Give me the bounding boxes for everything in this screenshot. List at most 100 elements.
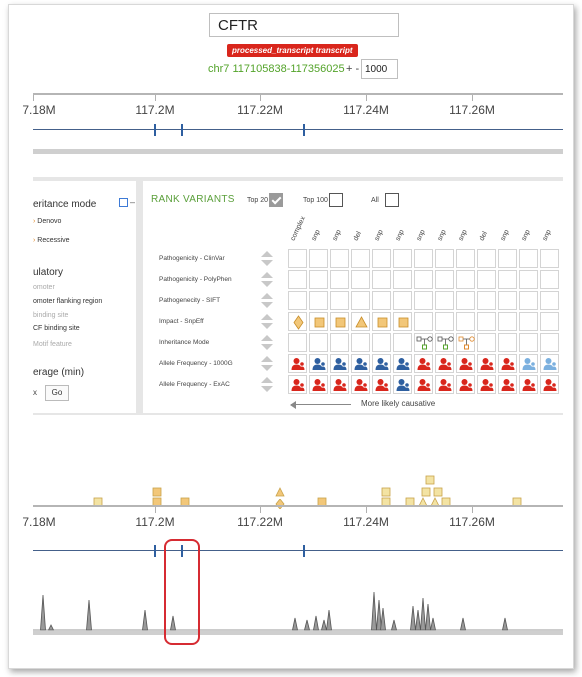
sort-up-icon[interactable] bbox=[261, 251, 273, 257]
rank-cell[interactable] bbox=[456, 249, 475, 268]
rank-cell[interactable] bbox=[372, 291, 391, 310]
pedigree-icon[interactable] bbox=[414, 333, 433, 352]
variant-glyph[interactable] bbox=[425, 472, 435, 490]
sort-down-icon[interactable] bbox=[261, 302, 273, 308]
person-red-icon[interactable] bbox=[477, 375, 496, 394]
sort-up-icon[interactable] bbox=[261, 293, 273, 299]
person-red-icon[interactable] bbox=[372, 375, 391, 394]
rank-cell[interactable] bbox=[309, 270, 328, 289]
rank-cell[interactable] bbox=[414, 249, 433, 268]
coverage-go-button[interactable]: Go bbox=[45, 385, 69, 401]
rank-cell[interactable] bbox=[330, 249, 349, 268]
rank-cell[interactable] bbox=[519, 249, 538, 268]
person-red-icon[interactable] bbox=[288, 354, 307, 373]
square-icon[interactable] bbox=[330, 312, 349, 331]
filter-item[interactable]: › Recessive bbox=[33, 237, 70, 244]
rank-cell[interactable] bbox=[351, 249, 370, 268]
top20-checkbox[interactable] bbox=[269, 193, 283, 207]
rank-cell[interactable] bbox=[477, 291, 496, 310]
rank-cell[interactable] bbox=[351, 270, 370, 289]
variant-glyph[interactable] bbox=[152, 484, 162, 502]
rank-cell[interactable] bbox=[498, 291, 517, 310]
rank-cell[interactable] bbox=[288, 333, 307, 352]
rank-cell[interactable] bbox=[330, 333, 349, 352]
rank-cell[interactable] bbox=[519, 312, 538, 331]
sort-down-icon[interactable] bbox=[261, 365, 273, 371]
rank-cell[interactable] bbox=[519, 270, 538, 289]
square-icon[interactable] bbox=[393, 312, 412, 331]
exon-mark[interactable] bbox=[181, 124, 183, 136]
padding-input[interactable] bbox=[361, 59, 398, 79]
rank-cell[interactable] bbox=[498, 249, 517, 268]
rank-cell[interactable] bbox=[414, 312, 433, 331]
triangle-icon[interactable] bbox=[351, 312, 370, 331]
sort-arrows[interactable] bbox=[261, 293, 273, 309]
square-icon[interactable] bbox=[309, 312, 328, 331]
person-blue-icon[interactable] bbox=[393, 375, 412, 394]
sort-up-icon[interactable] bbox=[261, 272, 273, 278]
rank-cell[interactable] bbox=[498, 312, 517, 331]
sort-down-icon[interactable] bbox=[261, 386, 273, 392]
sort-arrows[interactable] bbox=[261, 356, 273, 372]
rank-cell[interactable] bbox=[435, 270, 454, 289]
person-red-icon[interactable] bbox=[456, 354, 475, 373]
sort-down-icon[interactable] bbox=[261, 281, 273, 287]
person-red-icon[interactable] bbox=[330, 375, 349, 394]
sort-arrows[interactable] bbox=[261, 251, 273, 267]
rank-cell[interactable] bbox=[351, 333, 370, 352]
person-red-icon[interactable] bbox=[435, 354, 454, 373]
rank-cell[interactable] bbox=[477, 249, 496, 268]
rank-cell[interactable] bbox=[519, 333, 538, 352]
person-red-icon[interactable] bbox=[540, 375, 559, 394]
rank-cell[interactable] bbox=[540, 312, 559, 331]
rank-cell[interactable] bbox=[393, 270, 412, 289]
rank-cell[interactable] bbox=[393, 291, 412, 310]
sort-down-icon[interactable] bbox=[261, 260, 273, 266]
variant-glyph[interactable] bbox=[381, 484, 391, 502]
sort-arrows[interactable] bbox=[261, 377, 273, 393]
sort-arrows[interactable] bbox=[261, 314, 273, 330]
rank-cell[interactable] bbox=[372, 270, 391, 289]
sort-up-icon[interactable] bbox=[261, 377, 273, 383]
all-checkbox[interactable] bbox=[385, 193, 399, 207]
rank-cell[interactable] bbox=[309, 333, 328, 352]
person-red-icon[interactable] bbox=[498, 354, 517, 373]
sort-up-icon[interactable] bbox=[261, 314, 273, 320]
rank-cell[interactable] bbox=[393, 333, 412, 352]
sort-down-icon[interactable] bbox=[261, 344, 273, 350]
rank-cell[interactable] bbox=[414, 291, 433, 310]
person-red-icon[interactable] bbox=[351, 375, 370, 394]
rank-cell[interactable] bbox=[330, 291, 349, 310]
rank-cell[interactable] bbox=[456, 312, 475, 331]
person-blue-icon[interactable] bbox=[393, 354, 412, 373]
person-blue-icon[interactable] bbox=[309, 354, 328, 373]
exon-mark[interactable] bbox=[154, 124, 156, 136]
filter-toggle-checkbox[interactable] bbox=[119, 198, 128, 207]
bottom-gene-track[interactable]: 7.18M 117.2M 117.22M 117.24M 117.26M bbox=[22, 505, 563, 565]
rank-cell[interactable] bbox=[372, 333, 391, 352]
rank-cell[interactable] bbox=[414, 270, 433, 289]
person-red-icon[interactable] bbox=[435, 375, 454, 394]
rank-cell[interactable] bbox=[477, 312, 496, 331]
square-icon[interactable] bbox=[372, 312, 391, 331]
person-red-icon[interactable] bbox=[477, 354, 496, 373]
rank-cell[interactable] bbox=[435, 249, 454, 268]
person-blue-icon[interactable] bbox=[372, 354, 391, 373]
rank-cell[interactable] bbox=[477, 333, 496, 352]
person-red-icon[interactable] bbox=[414, 354, 433, 373]
gene-search-input[interactable] bbox=[209, 13, 399, 37]
sort-up-icon[interactable] bbox=[261, 335, 273, 341]
rank-cell[interactable] bbox=[540, 270, 559, 289]
person-lblue-icon[interactable] bbox=[540, 354, 559, 373]
variant-glyph[interactable] bbox=[275, 484, 285, 502]
person-red-icon[interactable] bbox=[288, 375, 307, 394]
coverage-peaks[interactable] bbox=[33, 577, 563, 637]
person-red-icon[interactable] bbox=[414, 375, 433, 394]
rank-cell[interactable] bbox=[288, 291, 307, 310]
sort-up-icon[interactable] bbox=[261, 356, 273, 362]
rank-cell[interactable] bbox=[435, 312, 454, 331]
person-red-icon[interactable] bbox=[456, 375, 475, 394]
rank-cell[interactable] bbox=[309, 291, 328, 310]
person-lblue-icon[interactable] bbox=[519, 354, 538, 373]
sort-down-icon[interactable] bbox=[261, 323, 273, 329]
